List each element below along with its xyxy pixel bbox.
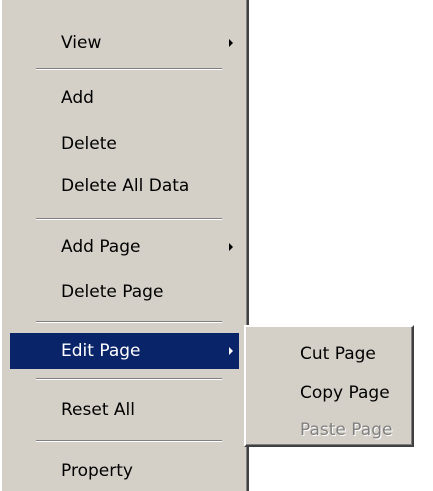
- menu-item-delete-all-data[interactable]: Delete All Data: [10, 168, 239, 204]
- menu-item-label: Reset All: [61, 400, 135, 420]
- menu-item-property[interactable]: Property: [10, 453, 239, 489]
- menu-item-view[interactable]: View: [10, 25, 239, 61]
- menu-separator: [36, 440, 222, 442]
- menu-item-delete[interactable]: Delete: [10, 126, 239, 162]
- menu-separator: [36, 378, 222, 380]
- submenu-item-paste-page: Paste Page: [248, 413, 410, 447]
- edit-page-submenu: Cut Page Copy Page Paste Page: [244, 325, 414, 447]
- menu-separator: [36, 218, 222, 220]
- submenu-arrow-icon: [229, 243, 233, 251]
- menu-item-edit-page[interactable]: Edit Page: [10, 333, 239, 369]
- submenu-item-label: Cut Page: [300, 344, 376, 364]
- menu-item-add[interactable]: Add: [10, 80, 239, 116]
- menu-item-add-page[interactable]: Add Page: [10, 229, 239, 265]
- menu-item-label: Delete Page: [61, 282, 164, 302]
- submenu-item-label: Paste Page: [300, 420, 393, 440]
- submenu-item-copy-page[interactable]: Copy Page: [248, 376, 410, 410]
- menu-item-label: Property: [61, 461, 133, 481]
- menu-separator: [36, 68, 222, 70]
- menu-item-label: View: [61, 33, 102, 53]
- menu-separator: [36, 321, 222, 323]
- menu-item-label: Delete: [61, 134, 117, 154]
- menu-item-label: Add: [61, 88, 94, 108]
- menu-item-label: Delete All Data: [61, 176, 190, 196]
- menu-item-delete-page[interactable]: Delete Page: [10, 274, 239, 310]
- menu-item-reset-all[interactable]: Reset All: [10, 392, 239, 428]
- context-menu: View Add Delete Delete All Data Add Page…: [0, 0, 249, 491]
- submenu-item-label: Copy Page: [300, 383, 390, 403]
- submenu-arrow-icon: [229, 39, 233, 47]
- submenu-arrow-icon: [229, 347, 233, 355]
- submenu-item-cut-page[interactable]: Cut Page: [248, 337, 410, 371]
- menu-item-label: Edit Page: [61, 341, 141, 361]
- menu-item-label: Add Page: [61, 237, 141, 257]
